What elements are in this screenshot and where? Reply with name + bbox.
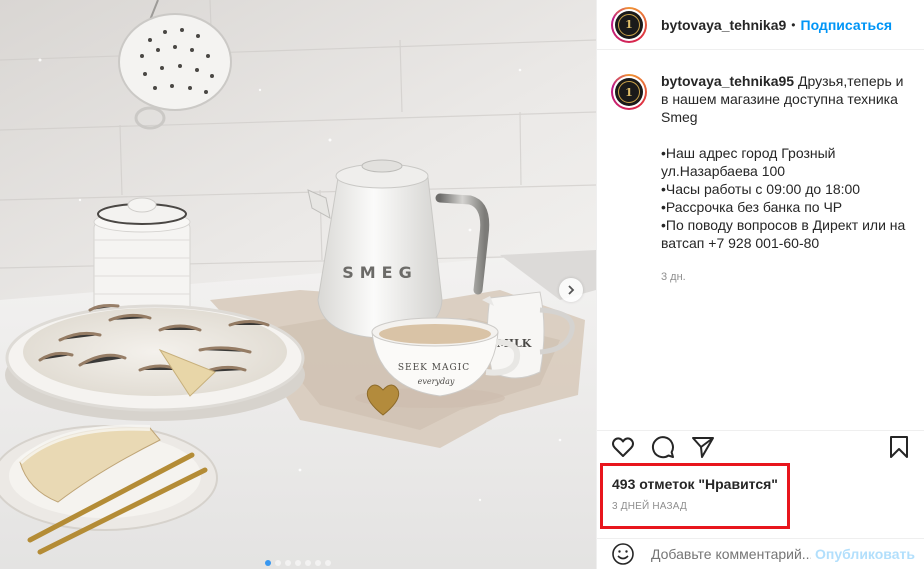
canister bbox=[93, 197, 191, 313]
smile-icon[interactable] bbox=[611, 542, 635, 566]
carousel-next-button[interactable] bbox=[559, 278, 583, 302]
carousel-dot bbox=[285, 560, 291, 566]
follow-button[interactable]: Подписаться bbox=[801, 17, 893, 33]
avatar[interactable]: 1 bbox=[611, 6, 647, 43]
caption-author-link[interactable]: bytovaya_tehnika95 bbox=[661, 73, 794, 89]
caption-avatar[interactable]: 1 bbox=[611, 74, 647, 110]
chevron-right-icon bbox=[568, 285, 575, 295]
heart-icon[interactable] bbox=[611, 435, 635, 459]
svg-text:SMEG: SMEG bbox=[342, 263, 418, 282]
carousel-dot bbox=[325, 560, 331, 566]
comment-input[interactable] bbox=[651, 546, 811, 562]
likes-highlight-box bbox=[600, 463, 790, 529]
posted-time[interactable]: 3 ДНЕЙ НАЗАД bbox=[612, 501, 687, 512]
comment-icon[interactable] bbox=[651, 435, 675, 459]
caption: 1 bytovaya_tehnika95 Друзья,теперь и в н… bbox=[597, 50, 924, 430]
kitchen-photo: SMEG MILK SEEK MAGIC everyday bbox=[0, 0, 596, 569]
instagram-post: SMEG MILK SEEK MAGIC everyday 1 bytovaya… bbox=[0, 0, 924, 569]
carousel-dot bbox=[315, 560, 321, 566]
pie bbox=[5, 304, 305, 421]
likes-count[interactable]: 493 отметок "Нравится" bbox=[612, 476, 778, 492]
comment-bar: Опубликовать bbox=[597, 538, 924, 569]
svg-text:everyday: everyday bbox=[418, 377, 455, 386]
post-header: 1 bytovaya_tehnika9 • Подписаться bbox=[597, 0, 924, 50]
carousel-dot bbox=[265, 560, 271, 566]
caption-time[interactable]: 3 дн. bbox=[661, 268, 911, 286]
publish-button[interactable]: Опубликовать bbox=[815, 546, 915, 562]
bookmark-icon[interactable] bbox=[887, 435, 911, 459]
caption-body: bytovaya_tehnika95 Друзья,теперь и в наш… bbox=[661, 72, 911, 430]
share-icon[interactable] bbox=[691, 435, 715, 459]
svg-text:SEEK MAGIC: SEEK MAGIC bbox=[398, 363, 470, 373]
action-bar bbox=[597, 430, 924, 462]
carousel-dot bbox=[275, 560, 281, 566]
carousel-indicator bbox=[0, 560, 596, 566]
username-link[interactable]: bytovaya_tehnika9 bbox=[661, 17, 786, 33]
post-photo[interactable]: SMEG MILK SEEK MAGIC everyday bbox=[0, 0, 596, 569]
carousel-dot bbox=[295, 560, 301, 566]
caption-text: Друзья,теперь и в нашем магазине доступн… bbox=[661, 73, 906, 251]
carousel-dot bbox=[305, 560, 311, 566]
separator: • bbox=[791, 17, 796, 32]
